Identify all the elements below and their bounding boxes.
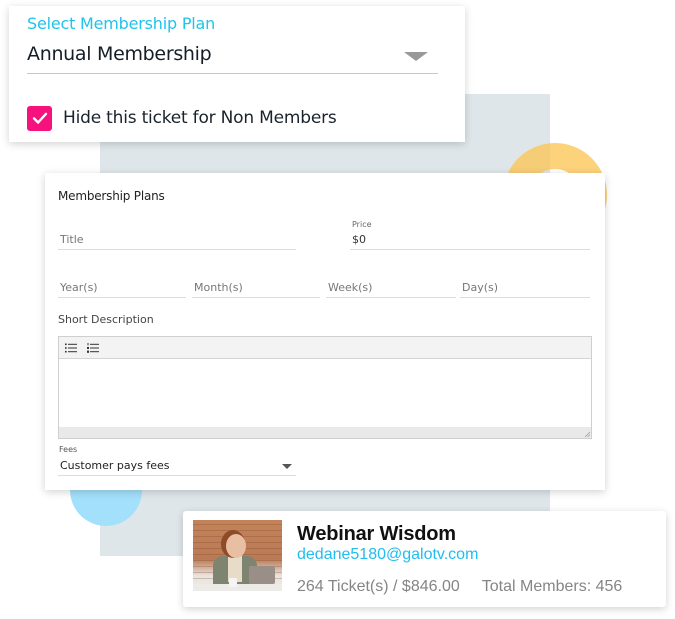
title-input[interactable] — [58, 230, 296, 249]
fees-value: Customer pays fees — [60, 459, 170, 472]
hide-for-non-members-row[interactable]: Hide this ticket for Non Members — [27, 105, 337, 131]
event-email-link[interactable]: dedane5180@galotv.com — [297, 546, 478, 564]
photo-laptop — [249, 566, 275, 584]
caret-down-icon — [282, 464, 292, 469]
short-description-textarea[interactable] — [59, 359, 591, 427]
resize-handle-icon[interactable] — [584, 431, 590, 437]
hide-for-non-members-checkbox[interactable] — [27, 105, 52, 131]
membership-plan-card: Select Membership Plan Annual Membership… — [9, 6, 465, 142]
months-input[interactable] — [192, 278, 320, 297]
event-photo — [193, 520, 282, 591]
years-input[interactable] — [58, 278, 186, 297]
months-field[interactable] — [192, 278, 320, 298]
days-input[interactable] — [460, 278, 590, 297]
form-title: Membership Plans — [58, 189, 165, 203]
days-field[interactable] — [460, 278, 590, 298]
short-description-editor — [58, 336, 592, 439]
price-input[interactable] — [350, 230, 590, 249]
total-members: Total Members: 456 — [481, 578, 623, 595]
title-field[interactable] — [58, 230, 296, 250]
photo-person-head — [226, 534, 246, 558]
editor-statusbar — [59, 427, 591, 438]
hide-for-non-members-label: Hide this ticket for Non Members — [63, 108, 337, 128]
photo-desk — [193, 584, 282, 591]
checkmark-icon — [32, 112, 47, 124]
years-field[interactable] — [58, 278, 186, 298]
photo-mug — [229, 578, 237, 587]
numbered-list-icon[interactable] — [86, 341, 100, 355]
membership-plan-label: Select Membership Plan — [27, 14, 216, 33]
event-summary-card: Webinar Wisdom dedane5180@galotv.com 264… — [183, 511, 666, 607]
bulleted-list-icon[interactable] — [64, 341, 78, 355]
short-description-label: Short Description — [58, 313, 154, 326]
membership-plans-form: Membership Plans Price Short Description — [45, 173, 605, 490]
editor-toolbar — [59, 337, 591, 359]
weeks-input[interactable] — [326, 278, 456, 297]
tickets-summary: 264 Ticket(s) / $846.00 — [297, 578, 460, 595]
price-label: Price — [352, 220, 372, 229]
weeks-field[interactable] — [326, 278, 456, 298]
event-stats: 264 Ticket(s) / $846.00 Total Members: 4… — [297, 578, 622, 596]
fees-select[interactable]: Customer pays fees — [58, 456, 296, 476]
fees-label: Fees — [59, 445, 78, 454]
price-field[interactable] — [350, 230, 590, 250]
caret-down-icon — [404, 52, 428, 61]
membership-plan-value: Annual Membership — [27, 43, 212, 65]
event-title: Webinar Wisdom — [297, 523, 456, 545]
membership-plan-select[interactable]: Annual Membership — [27, 40, 438, 74]
